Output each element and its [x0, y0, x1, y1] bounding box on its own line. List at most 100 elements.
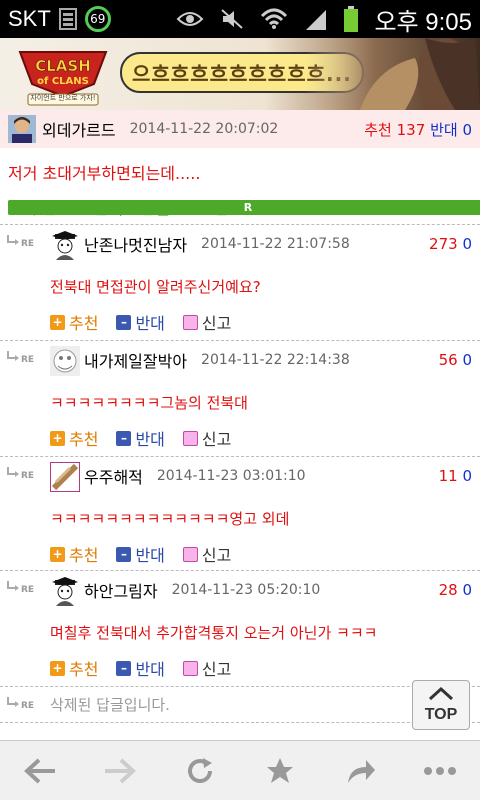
plus-icon: +	[50, 430, 65, 446]
report-button[interactable]: 신고	[182, 426, 232, 450]
reply-arrow-icon: RE	[6, 696, 38, 712]
minus-icon: –	[116, 546, 132, 562]
oppose-button[interactable]: – 반대	[116, 310, 165, 334]
recommend-button[interactable]: + 추천	[50, 426, 98, 450]
clock: 오후 9:05	[374, 8, 472, 36]
up-count: 56	[438, 351, 458, 369]
divider	[0, 722, 480, 723]
reply-date: 2014-11-22 22:14:38	[201, 352, 350, 368]
reply-arrow-icon: RE	[6, 234, 38, 250]
avatar[interactable]	[50, 576, 80, 606]
reply-actions: + 추천 – 반대 신고	[50, 310, 249, 334]
reply-author[interactable]: 우주해적	[84, 464, 143, 488]
avatar[interactable]	[50, 346, 80, 376]
forward-icon[interactable]	[96, 747, 144, 795]
back-icon[interactable]	[16, 747, 64, 795]
reply-arrow-icon: RE	[6, 466, 38, 482]
recommend-button-label: 추천	[69, 546, 99, 565]
avatar[interactable]	[8, 115, 36, 143]
report-icon	[182, 430, 198, 446]
reply-text: 며칠후 전북대서 추가합격통지 오는거 아닌가 ㅋㅋㅋ	[50, 624, 378, 642]
main-comment-header: 외데가르드 2014-11-22 20:07:02 추천 137 반대 0	[0, 110, 480, 148]
svg-text:CLASH: CLASH	[35, 57, 91, 75]
down-count: 0	[462, 235, 472, 253]
recommend-button[interactable]: + 추천	[50, 542, 98, 566]
reply-vote-counts: 11 0	[439, 467, 472, 485]
reply-text: ㅋㅋㅋㅋㅋㅋㅋㅋ그놈의 전북대	[50, 394, 248, 412]
recommend-button-label: 추천	[69, 314, 99, 333]
badge-icon: 69	[84, 6, 111, 32]
reply-icon: R	[8, 199, 480, 215]
plus-icon: +	[50, 546, 65, 562]
reply-actions: + 추천 – 반대 신고	[50, 542, 249, 566]
report-icon	[182, 314, 198, 330]
report-button[interactable]: 신고	[182, 542, 232, 566]
report-button[interactable]: 신고	[182, 656, 232, 680]
reply-date: 2014-11-23 03:01:10	[156, 468, 306, 484]
minus-icon: –	[116, 314, 132, 330]
minus-icon: –	[116, 660, 132, 676]
reply-arrow-icon: RE	[6, 580, 38, 596]
carrier-label: SKT	[8, 6, 51, 31]
sim-icon	[58, 8, 77, 30]
down-count: 0	[462, 467, 472, 485]
divider	[0, 570, 480, 571]
down-count: 0	[462, 351, 472, 369]
avatar[interactable]	[49, 461, 81, 493]
oppose-button[interactable]: – 반대	[116, 656, 165, 680]
reply-date: 2014-11-23 05:20:10	[171, 582, 321, 598]
more-icon[interactable]	[416, 747, 464, 795]
minus-icon: –	[116, 430, 132, 446]
up-count: 28	[438, 581, 458, 599]
reply-actions: + 추천 – 반대 신고	[50, 426, 249, 450]
svg-text:of CLANS: of CLANS	[37, 76, 89, 87]
oppose-button-label: 반대	[135, 314, 165, 333]
oppose-button[interactable]: – 반대	[116, 426, 165, 450]
oppose-button[interactable]: – 반대	[116, 542, 165, 566]
recommend-count: 137	[396, 120, 426, 139]
reply-author[interactable]: 난존나멋진남자	[84, 232, 187, 256]
author-name[interactable]: 외데가르드	[42, 117, 116, 141]
re-label: RE	[21, 585, 34, 594]
scroll-top-button[interactable]: TOP	[412, 680, 470, 730]
re-label: RE	[21, 701, 34, 710]
report-button[interactable]: 신고	[182, 310, 231, 334]
reply-author[interactable]: 하안그림자	[84, 578, 158, 602]
oppose-button-label: 반대	[135, 660, 165, 679]
divider	[0, 686, 480, 687]
reply-button[interactable]: R 답글	[8, 195, 480, 219]
report-button-label: 신고	[201, 546, 232, 565]
report-button-label: 신고	[201, 660, 232, 679]
logo-tag: 자이언트 만으로 가자!	[30, 94, 96, 102]
plus-icon: +	[50, 660, 65, 676]
plus-icon: +	[50, 314, 65, 330]
share-icon[interactable]	[336, 747, 384, 795]
recommend-button[interactable]: + 추천	[50, 310, 98, 334]
re-label: RE	[21, 471, 34, 480]
eye-icon	[176, 9, 204, 29]
reply-author[interactable]: 내가제일잘박아	[84, 348, 187, 372]
up-count: 11	[438, 467, 458, 485]
avatar[interactable]	[50, 230, 80, 260]
ad-banner[interactable]: CLASH of CLANS 자이언트 만으로 가자! 으흐흐흐흐흐흐흐흐흐..…	[0, 38, 480, 110]
battery-icon	[344, 6, 359, 32]
reply-date: 2014-11-22 21:07:58	[201, 236, 350, 252]
barbarian-image	[305, 38, 480, 110]
recommend-button-label: 추천	[69, 660, 99, 679]
bookmark-star-icon[interactable]	[256, 747, 304, 795]
oppose-button-label: 반대	[135, 546, 165, 565]
reply-text: ㅋㅋㅋㅋㅋㅋㅋㅋㅋㅋㅋㅋㅋ영고 외데	[50, 510, 290, 528]
report-button-label: 신고	[201, 430, 232, 449]
recommend-button[interactable]: + 추천	[50, 656, 98, 680]
reply-text: 전북대 면접관이 알려주신거예요?	[50, 278, 261, 296]
report-icon	[182, 546, 198, 562]
vote-summary: 추천 137 반대 0	[364, 119, 472, 140]
refresh-icon[interactable]	[176, 747, 224, 795]
up-count: 273	[429, 235, 458, 253]
comment-date: 2014-11-22 20:07:02	[129, 121, 279, 137]
scroll-top-label: TOP	[424, 705, 458, 723]
re-label: RE	[21, 239, 34, 248]
reply-vote-counts: 28 0	[439, 581, 472, 599]
oppose-button-label: 반대	[135, 430, 165, 449]
status-bar: SKT 69 오후 9:05	[0, 0, 480, 38]
